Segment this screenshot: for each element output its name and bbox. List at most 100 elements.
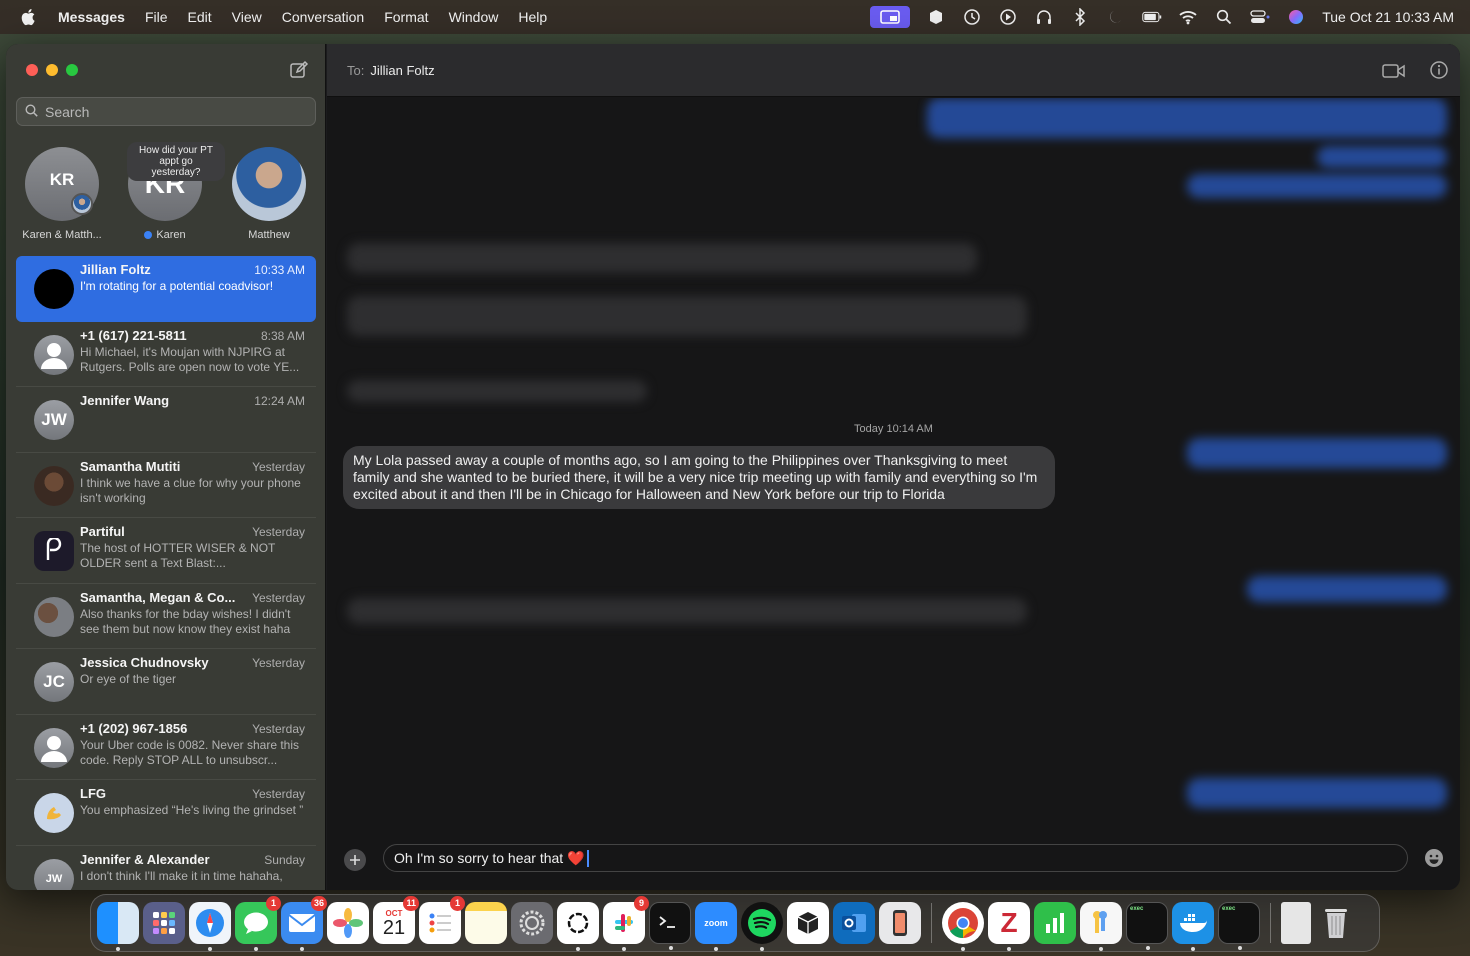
message-preview: Also thanks for the bday wishes! I didn'…: [80, 606, 291, 636]
spotlight-icon[interactable]: [1214, 7, 1234, 27]
menu-window[interactable]: Window: [439, 9, 509, 25]
message-time: 8:38 AM: [260, 328, 305, 343]
exec-terminal-icon[interactable]: exec: [1126, 902, 1168, 950]
notification-badge: 9: [634, 896, 649, 911]
person-icon: [41, 735, 67, 762]
contact-name: Jessica Chudnovsky: [80, 655, 209, 670]
control-center-icon[interactable]: [1250, 7, 1270, 27]
notes-icon[interactable]: [465, 902, 507, 944]
pinned-karen-matthew[interactable]: KR Karen & Matth...: [12, 144, 112, 241]
terminal-icon[interactable]: [649, 902, 691, 950]
play-icon[interactable]: [998, 7, 1018, 27]
running-indicator: [622, 947, 626, 951]
menu-format[interactable]: Format: [374, 9, 438, 25]
conversation-row[interactable]: LFG Yesterday You emphasized “He's livin…: [16, 780, 316, 846]
zoom-window-button[interactable]: [66, 64, 78, 76]
person-icon: [41, 342, 67, 369]
slack-icon[interactable]: 9: [603, 896, 649, 951]
running-indicator: [254, 947, 258, 951]
iphone-mirroring-icon[interactable]: [879, 902, 921, 944]
screen-share-icon[interactable]: [870, 6, 911, 28]
message-time: 10:33 AM: [254, 263, 305, 277]
trash-icon[interactable]: [1315, 902, 1357, 944]
avatar-initials: KR: [49, 170, 75, 189]
zoom-icon[interactable]: zoom: [695, 902, 737, 951]
menubar-clock[interactable]: Tue Oct 21 10:33 AM: [1322, 9, 1454, 25]
chatgpt-icon[interactable]: [557, 902, 599, 951]
apple-icon[interactable]: [20, 8, 38, 26]
launchpad-icon[interactable]: [143, 902, 185, 944]
emoji-icon[interactable]: [1424, 848, 1446, 870]
avatar: KR: [25, 147, 99, 221]
conversation-row[interactable]: +1 (617) 221-5811 8:38 AM Hi Michael, it…: [16, 322, 316, 387]
conversation-row[interactable]: JC Jessica Chudnovsky Yesterday Or eye o…: [16, 649, 316, 715]
downloads-stack-icon[interactable]: [1281, 902, 1311, 944]
minimize-window-button[interactable]: [46, 64, 58, 76]
menu-file[interactable]: File: [135, 9, 178, 25]
conversation-row[interactable]: Samantha, Megan & Co... Yesterday Also t…: [16, 584, 316, 649]
safari-icon[interactable]: [189, 902, 231, 951]
headphones-icon[interactable]: [1034, 7, 1054, 27]
numbers-icon[interactable]: [1034, 902, 1076, 944]
wifi-icon[interactable]: [1178, 7, 1198, 27]
message-transcript: Today 10:14 AM My Lola passed away a cou…: [327, 98, 1460, 832]
incoming-message-bubble[interactable]: My Lola passed away a couple of months a…: [343, 446, 1055, 509]
blurred-message: [1247, 576, 1447, 602]
exec-terminal-icon[interactable]: exec: [1218, 902, 1260, 950]
conversation-row[interactable]: Jillian Foltz 10:33 AM I'm rotating for …: [16, 256, 316, 322]
running-indicator: [714, 947, 718, 951]
search-field[interactable]: [16, 97, 316, 126]
pinned-karen[interactable]: How did your PT appt go yesterday? KR Ka…: [115, 142, 225, 241]
finder-icon[interactable]: [97, 902, 139, 951]
info-icon[interactable]: [1429, 60, 1451, 82]
time-machine-icon[interactable]: [962, 7, 982, 27]
outlook-icon[interactable]: [833, 902, 875, 944]
message-time: Yesterday: [252, 787, 305, 801]
calendar-icon[interactable]: OCT 21 11: [373, 896, 419, 944]
avatar: JW: [34, 400, 74, 440]
menu-view[interactable]: View: [222, 9, 272, 25]
pinned-matthew[interactable]: Matthew: [219, 144, 319, 241]
running-indicator: [760, 947, 764, 951]
menu-conversation[interactable]: Conversation: [272, 9, 375, 25]
dock-separator: [1270, 903, 1271, 943]
system-settings-icon[interactable]: [511, 902, 553, 944]
zotero-glyph: Z: [1000, 907, 1018, 938]
search-input[interactable]: [45, 103, 295, 120]
partiful-logo: [34, 531, 74, 571]
zotero-icon[interactable]: Z: [988, 902, 1030, 951]
contact-name: +1 (202) 967-1856: [80, 720, 188, 736]
mail-icon[interactable]: 36: [281, 896, 327, 951]
battery-icon[interactable]: [1142, 7, 1162, 27]
conversation-row[interactable]: Partiful Yesterday The host of HOTTER WI…: [16, 518, 316, 584]
moon-icon[interactable]: [1106, 7, 1126, 27]
docker-icon[interactable]: [1172, 902, 1214, 951]
chrome-icon[interactable]: [942, 902, 984, 951]
recipient-name[interactable]: Jillian Foltz: [370, 63, 434, 78]
messages-icon[interactable]: 1: [235, 896, 281, 951]
notification-badge: 1: [450, 896, 465, 911]
contact-name: +1 (617) 221-5811: [80, 327, 187, 343]
conversation-row[interactable]: +1 (202) 967-1856 Yesterday Your Uber co…: [16, 715, 316, 780]
message-time: Yesterday: [252, 525, 305, 539]
conversation-row[interactable]: Samantha Mutiti Yesterday I think we hav…: [16, 453, 316, 518]
menu-app-name[interactable]: Messages: [54, 9, 135, 25]
box-icon[interactable]: [926, 7, 946, 27]
reminders-icon[interactable]: 1: [419, 896, 465, 944]
conversation-row[interactable]: JW Jennifer & Alexander Sunday I don't t…: [16, 846, 316, 890]
siri-icon[interactable]: [1286, 7, 1306, 27]
conversation-row[interactable]: JW Jennifer Wang 12:24 AM: [16, 387, 316, 453]
photos-icon[interactable]: [327, 902, 369, 944]
spotify-icon[interactable]: [741, 902, 783, 951]
add-attachment-button[interactable]: [344, 849, 366, 871]
compose-icon[interactable]: [289, 60, 309, 80]
calendar-day: 21: [382, 916, 406, 939]
close-window-button[interactable]: [26, 64, 38, 76]
menu-edit[interactable]: Edit: [178, 9, 222, 25]
menu-help[interactable]: Help: [508, 9, 557, 25]
facetime-video-icon[interactable]: [1382, 60, 1405, 82]
bluetooth-icon[interactable]: [1070, 7, 1090, 27]
cube-app-icon[interactable]: [787, 902, 829, 944]
keychain-icon[interactable]: [1080, 902, 1122, 951]
message-input[interactable]: Oh I'm so sorry to hear that ❤️: [383, 844, 1408, 872]
